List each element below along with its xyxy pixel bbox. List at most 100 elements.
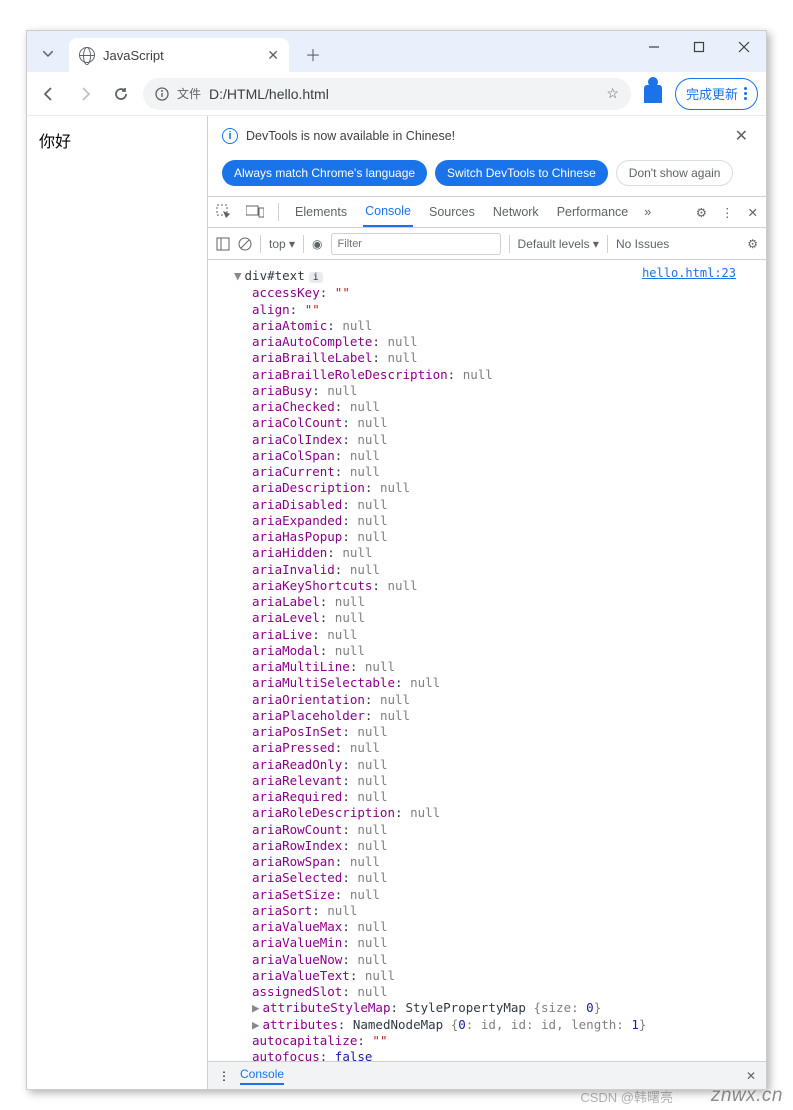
object-property[interactable]: ariaHidden: null	[234, 545, 756, 561]
maximize-button[interactable]	[676, 31, 721, 63]
object-property[interactable]: ariaPlaceholder: null	[234, 708, 756, 724]
object-property[interactable]: ariaAtomic: null	[234, 318, 756, 334]
switch-language-button[interactable]: Switch DevTools to Chinese	[435, 160, 608, 186]
object-property[interactable]: ariaReadOnly: null	[234, 757, 756, 773]
object-property[interactable]: ariaMultiSelectable: null	[234, 675, 756, 691]
file-scheme-label: 文件	[177, 85, 201, 102]
infobar-close-button[interactable]: ✕	[731, 126, 752, 146]
console-output[interactable]: hello.html:23 ▼div#texti accessKey: ""al…	[208, 260, 766, 1061]
more-tabs-icon[interactable]: »	[644, 205, 651, 219]
clear-console-icon[interactable]	[238, 237, 252, 251]
minimize-button[interactable]	[631, 31, 676, 63]
object-property[interactable]: ariaValueMin: null	[234, 935, 756, 951]
object-property[interactable]: align: ""	[234, 302, 756, 318]
info-icon[interactable]	[155, 87, 169, 101]
drawer-close-button[interactable]: ✕	[746, 1069, 756, 1083]
object-property[interactable]: ariaKeyShortcuts: null	[234, 578, 756, 594]
dont-show-button[interactable]: Don't show again	[616, 160, 734, 186]
object-property[interactable]: ariaHasPopup: null	[234, 529, 756, 545]
object-property[interactable]: autofocus: false	[234, 1049, 756, 1061]
devtools-tab-sources[interactable]: Sources	[427, 197, 477, 227]
watermark-author: CSDN @韩曙亮	[580, 1087, 673, 1106]
object-property[interactable]: ariaRoleDescription: null	[234, 805, 756, 821]
drawer-menu-icon[interactable]: ⋮	[218, 1069, 230, 1083]
devtools-close-button[interactable]: ✕	[748, 205, 758, 220]
object-property[interactable]: ariaDescription: null	[234, 480, 756, 496]
object-property[interactable]: ariaLevel: null	[234, 610, 756, 626]
object-property[interactable]: ariaValueMax: null	[234, 919, 756, 935]
object-property[interactable]: ariaBrailleRoleDescription: null	[234, 367, 756, 383]
object-property[interactable]: ariaSelected: null	[234, 870, 756, 886]
object-property[interactable]: ▶attributes: NamedNodeMap {0: id, id: id…	[234, 1017, 756, 1033]
object-property[interactable]: ariaAutoComplete: null	[234, 334, 756, 350]
profile-icon	[644, 85, 662, 103]
object-property[interactable]: ariaValueNow: null	[234, 952, 756, 968]
object-property[interactable]: ariaChecked: null	[234, 399, 756, 415]
console-toolbar: top ▾ ◉ Default levels ▾ No Issues ⚙	[208, 228, 766, 260]
object-property[interactable]: ▶attributeStyleMap: StylePropertyMap {si…	[234, 1000, 756, 1016]
device-toggle-icon[interactable]	[246, 205, 264, 219]
object-property[interactable]: ariaRelevant: null	[234, 773, 756, 789]
context-selector[interactable]: top ▾	[269, 237, 295, 251]
devtools-tab-elements[interactable]: Elements	[293, 197, 349, 227]
always-match-button[interactable]: Always match Chrome's language	[222, 160, 427, 186]
forward-button[interactable]	[71, 80, 99, 108]
source-link[interactable]: hello.html:23	[642, 266, 736, 282]
devtools-tab-performance[interactable]: Performance	[555, 197, 631, 227]
devtools-tab-network[interactable]: Network	[491, 197, 541, 227]
new-tab-button[interactable]: ＋	[299, 40, 327, 68]
object-property[interactable]: ariaSort: null	[234, 903, 756, 919]
content-area: 你好 i DevTools is now available in Chines…	[27, 116, 766, 1089]
object-property[interactable]: ariaRowSpan: null	[234, 854, 756, 870]
object-property[interactable]: ariaRequired: null	[234, 789, 756, 805]
inspect-icon[interactable]	[216, 204, 232, 220]
close-window-button[interactable]	[721, 31, 766, 63]
object-property[interactable]: ariaExpanded: null	[234, 513, 756, 529]
object-property[interactable]: ariaDisabled: null	[234, 497, 756, 513]
object-property[interactable]: ariaRowCount: null	[234, 822, 756, 838]
object-property[interactable]: ariaCurrent: null	[234, 464, 756, 480]
profile-button[interactable]	[639, 80, 667, 108]
object-property[interactable]: ariaPressed: null	[234, 740, 756, 756]
object-property[interactable]: ariaBusy: null	[234, 383, 756, 399]
object-property[interactable]: autocapitalize: ""	[234, 1033, 756, 1049]
bookmark-star-icon[interactable]: ☆	[606, 85, 619, 102]
settings-icon[interactable]: ⚙	[696, 205, 707, 220]
more-menu-icon[interactable]: ⋮	[721, 205, 734, 220]
object-property[interactable]: assignedSlot: null	[234, 984, 756, 1000]
filter-input[interactable]	[331, 233, 501, 255]
object-property[interactable]: accessKey: ""	[234, 285, 756, 301]
object-property[interactable]: ariaRowIndex: null	[234, 838, 756, 854]
levels-selector[interactable]: Default levels ▾	[518, 237, 599, 251]
object-property[interactable]: ariaColSpan: null	[234, 448, 756, 464]
object-property[interactable]: ariaColCount: null	[234, 415, 756, 431]
drawer-tab-console[interactable]: Console	[240, 1067, 284, 1085]
object-property[interactable]: ariaLive: null	[234, 627, 756, 643]
live-expression-icon[interactable]: ◉	[312, 237, 322, 251]
object-property[interactable]: ariaValueText: null	[234, 968, 756, 984]
tab-close-button[interactable]: ✕	[267, 47, 279, 64]
object-property[interactable]: ariaPosInSet: null	[234, 724, 756, 740]
object-property[interactable]: ariaBrailleLabel: null	[234, 350, 756, 366]
update-button[interactable]: 完成更新	[675, 78, 758, 110]
tab-search-button[interactable]	[33, 39, 63, 69]
object-property[interactable]: ariaInvalid: null	[234, 562, 756, 578]
toggle-sidebar-icon[interactable]	[216, 237, 230, 251]
object-property[interactable]: ariaSetSize: null	[234, 887, 756, 903]
object-property[interactable]: ariaLabel: null	[234, 594, 756, 610]
reload-button[interactable]	[107, 80, 135, 108]
object-property[interactable]: ariaModal: null	[234, 643, 756, 659]
console-settings-icon[interactable]: ⚙	[747, 237, 758, 251]
object-property[interactable]: ariaOrientation: null	[234, 692, 756, 708]
navbar: 文件 D:/HTML/hello.html ☆ 完成更新	[27, 72, 766, 116]
back-button[interactable]	[35, 80, 63, 108]
browser-tab[interactable]: JavaScript ✕	[69, 38, 289, 72]
update-label: 完成更新	[686, 84, 738, 103]
issues-label[interactable]: No Issues	[616, 237, 669, 251]
object-property[interactable]: ariaColIndex: null	[234, 432, 756, 448]
address-bar[interactable]: 文件 D:/HTML/hello.html ☆	[143, 78, 631, 110]
object-property[interactable]: ariaMultiLine: null	[234, 659, 756, 675]
titlebar: JavaScript ✕ ＋	[27, 31, 766, 72]
menu-dots-icon	[744, 87, 747, 100]
devtools-tab-console[interactable]: Console	[363, 197, 413, 227]
